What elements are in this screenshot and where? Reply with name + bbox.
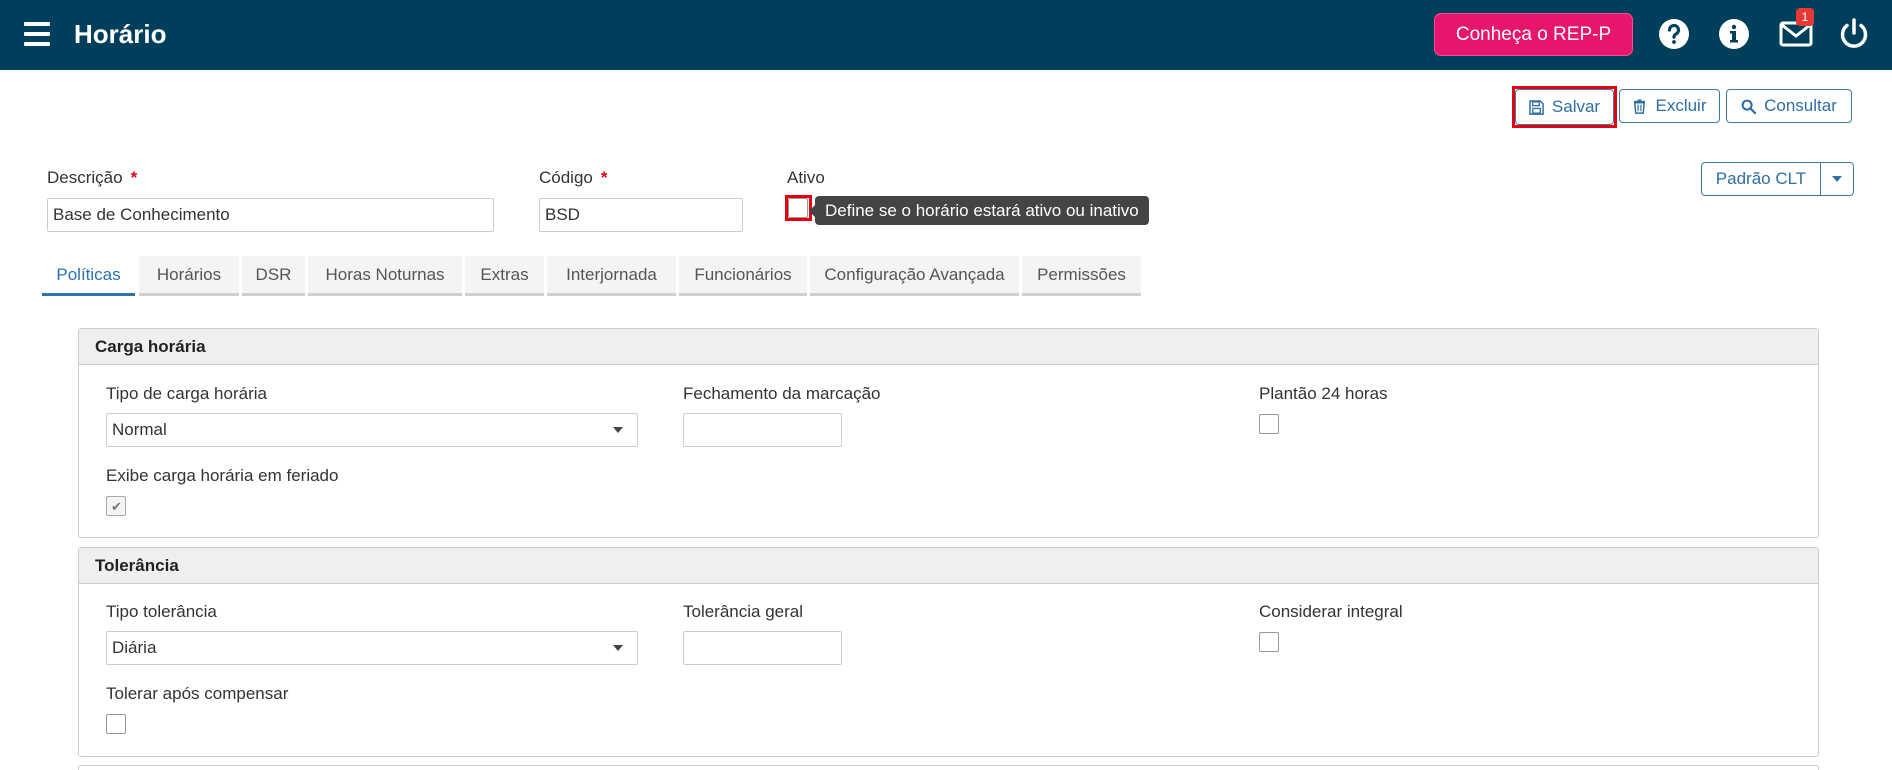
power-icon[interactable] xyxy=(1837,17,1871,51)
tolerar-compensar-label: Tolerar após compensar xyxy=(106,684,289,703)
top-bar: Horário Conheça o REP-P 1 xyxy=(0,0,1892,70)
tolerancia-geral-input[interactable] xyxy=(683,631,842,665)
hamburger-menu-icon[interactable] xyxy=(24,22,50,46)
ativo-checkbox[interactable] xyxy=(788,198,808,218)
tab-dsr[interactable]: DSR xyxy=(242,256,305,296)
tab-horas-noturnas[interactable]: Horas Noturnas xyxy=(308,256,462,296)
tolerar-compensar-checkbox[interactable] xyxy=(106,714,126,734)
save-label: Salvar xyxy=(1551,97,1601,116)
tipo-tolerancia-value: Diária xyxy=(112,638,157,657)
exibe-feriado-checkbox[interactable]: ✔ xyxy=(106,496,126,516)
chevron-down-icon xyxy=(613,427,623,433)
help-icon[interactable] xyxy=(1657,17,1691,51)
tab-extras[interactable]: Extras xyxy=(465,256,544,296)
checkmark-icon: ✔ xyxy=(111,499,122,514)
tab-funcionarios[interactable]: Funcionários xyxy=(679,256,807,296)
considerar-integral-checkbox[interactable] xyxy=(1259,632,1279,652)
fechamento-label: Fechamento da marcação xyxy=(683,384,881,403)
delete-label: Excluir xyxy=(1655,96,1707,115)
tab-configuracao-avancada[interactable]: Configuração Avançada xyxy=(810,256,1019,296)
search-icon xyxy=(1741,99,1757,114)
tipo-tolerancia-select[interactable]: Diária xyxy=(106,631,638,665)
save-icon xyxy=(1529,99,1544,115)
padrao-clt-dropdown-button[interactable] xyxy=(1820,162,1854,196)
tolerancia-header: Tolerância xyxy=(79,548,1818,584)
tipo-carga-select[interactable]: Normal xyxy=(106,413,638,447)
plantao-label: Plantão 24 horas xyxy=(1259,384,1388,403)
notification-badge: 1 xyxy=(1796,8,1814,26)
considerar-integral-label: Considerar integral xyxy=(1259,602,1403,621)
save-button[interactable]: Salvar xyxy=(1515,89,1614,125)
tipo-tolerancia-label: Tipo tolerância xyxy=(106,602,217,621)
trash-icon xyxy=(1634,98,1646,114)
page-title: Horário xyxy=(74,19,167,49)
rep-p-button[interactable]: Conheça o REP-P xyxy=(1434,13,1633,56)
codigo-input[interactable] xyxy=(539,198,743,232)
ativo-tooltip: Define se o horário estará ativo ou inat… xyxy=(815,196,1149,225)
search-label: Consultar xyxy=(1764,96,1837,115)
tipo-carga-value: Normal xyxy=(112,420,167,439)
search-button[interactable]: Consultar xyxy=(1726,89,1852,123)
descricao-input[interactable] xyxy=(47,198,494,232)
exibe-feriado-label: Exibe carga horária em feriado xyxy=(106,466,339,485)
info-icon[interactable] xyxy=(1717,17,1751,51)
fechamento-input[interactable] xyxy=(683,413,842,447)
tolerancia-geral-label: Tolerância geral xyxy=(683,602,804,621)
padrao-clt-button[interactable]: Padrão CLT xyxy=(1701,162,1821,196)
tab-politicas[interactable]: Políticas xyxy=(42,256,135,296)
plantao-checkbox[interactable] xyxy=(1259,414,1279,434)
tipo-carga-label: Tipo de carga horária xyxy=(106,384,267,403)
codigo-label: Código * xyxy=(539,168,608,187)
next-panel xyxy=(78,765,1819,770)
carga-horaria-header: Carga horária xyxy=(79,329,1818,365)
tab-horarios[interactable]: Horários xyxy=(139,256,239,296)
chevron-down-icon xyxy=(613,645,623,651)
delete-button[interactable]: Excluir xyxy=(1619,89,1720,123)
ativo-label: Ativo xyxy=(787,168,825,187)
descricao-label: Descrição * xyxy=(47,168,138,187)
tab-permissoes[interactable]: Permissões xyxy=(1022,256,1141,296)
tab-interjornada[interactable]: Interjornada xyxy=(547,256,676,296)
chevron-down-icon xyxy=(1832,176,1842,182)
